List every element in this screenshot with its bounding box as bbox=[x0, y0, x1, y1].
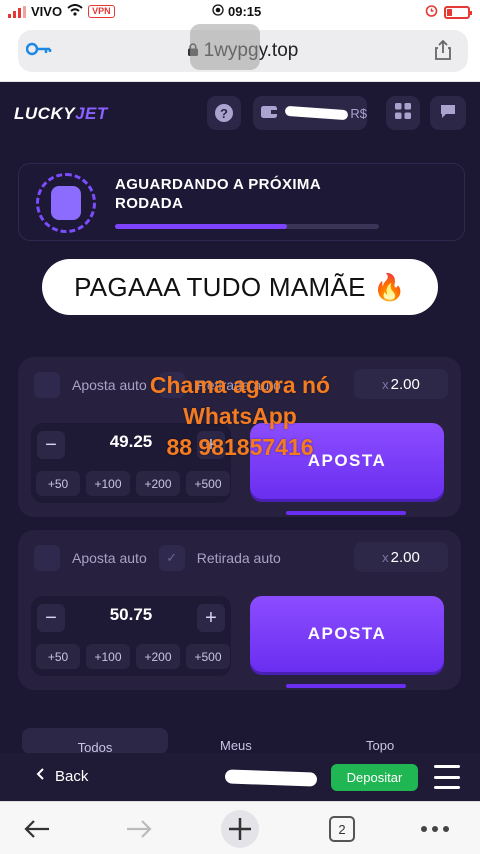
chevron-left-icon bbox=[36, 767, 45, 785]
record-icon bbox=[212, 4, 224, 19]
chat-button[interactable] bbox=[430, 96, 466, 130]
vpn-badge: VPN bbox=[88, 5, 115, 18]
browser-url-area: 1wypgy.top bbox=[0, 24, 480, 82]
cashout-multiplier-input[interactable]: x 2.00 bbox=[354, 369, 448, 399]
back-button[interactable]: Back bbox=[36, 767, 88, 785]
caption-banner: PAGAAA TUDO MAMÃE 🔥 bbox=[42, 259, 438, 315]
tab-todos[interactable]: Todos bbox=[22, 728, 168, 755]
redacted-text bbox=[224, 769, 318, 787]
hamburger-menu-icon[interactable] bbox=[434, 765, 460, 789]
redacted-balance bbox=[284, 105, 349, 121]
quick-add-100[interactable]: +100 bbox=[86, 644, 130, 669]
carrier-label: VIVO bbox=[31, 4, 63, 19]
auto-bet-checkbox[interactable] bbox=[34, 545, 60, 571]
quick-add-50[interactable]: +50 bbox=[36, 644, 80, 669]
whatsapp-overlay-text: Chama agora nó WhatsApp 88 981857416 bbox=[149, 372, 331, 460]
tab-meus[interactable]: Meus bbox=[220, 738, 252, 753]
auto-bet-checkbox[interactable] bbox=[34, 372, 60, 398]
grid-icon bbox=[395, 102, 411, 124]
quick-add-500[interactable]: +500 bbox=[186, 644, 230, 669]
lucky-jet-logo: LUCKYJET bbox=[14, 104, 108, 123]
browser-back-icon[interactable] bbox=[20, 812, 54, 846]
button-underline bbox=[286, 511, 406, 515]
browser-toolbar: 2 bbox=[0, 801, 480, 854]
tab-count: 2 bbox=[329, 816, 355, 842]
decrease-button[interactable]: − bbox=[37, 604, 65, 632]
decrease-button[interactable]: − bbox=[37, 431, 65, 459]
quick-add-200[interactable]: +200 bbox=[136, 471, 180, 496]
deposit-button[interactable]: Depositar bbox=[331, 764, 418, 791]
bet-panel-2: Aposta auto ✓ Retirada auto x 2.00 − 50.7… bbox=[18, 530, 461, 690]
battery-icon bbox=[444, 5, 472, 19]
round-progress-bar bbox=[115, 224, 379, 229]
tab-switcher-button[interactable]: 2 bbox=[326, 812, 358, 846]
menu-grid-button[interactable] bbox=[386, 96, 420, 130]
currency-label: R$ bbox=[350, 105, 367, 121]
more-options-icon[interactable] bbox=[418, 812, 452, 846]
round-status-text: AGUARDANDO A PRÓXIMA RODADA bbox=[115, 176, 321, 212]
cashout-multiplier-input[interactable]: x 2.00 bbox=[354, 542, 448, 572]
key-icon[interactable] bbox=[25, 40, 52, 61]
quick-add-200[interactable]: +200 bbox=[136, 644, 180, 669]
history-tabs: Todos Meus Topo bbox=[22, 728, 462, 755]
new-tab-icon[interactable] bbox=[218, 810, 262, 848]
status-bar: VIVO VPN 09:15 bbox=[0, 0, 480, 24]
round-status-card: AGUARDANDO A PRÓXIMA RODADA bbox=[18, 163, 465, 241]
signal-icon bbox=[8, 5, 26, 18]
wifi-icon bbox=[67, 4, 83, 19]
help-icon: ? bbox=[215, 104, 233, 122]
balance-display[interactable]: R$ bbox=[253, 96, 367, 130]
place-bet-button[interactable]: APOSTA bbox=[250, 596, 444, 672]
app-bottom-bar: Back Depositar bbox=[0, 753, 480, 801]
share-icon[interactable] bbox=[432, 39, 454, 61]
auto-bet-label: Aposta auto bbox=[72, 550, 147, 566]
app-header: LUCKYJET ? R$ bbox=[0, 82, 480, 146]
chat-icon bbox=[439, 103, 457, 124]
touch-overlay bbox=[190, 24, 260, 70]
bet-amount-stepper: − 50.75 + +50 +100 +200 +500 bbox=[31, 596, 231, 676]
wallet-icon bbox=[261, 105, 277, 122]
button-underline bbox=[286, 684, 406, 688]
bet-amount[interactable]: 50.75 bbox=[67, 605, 195, 625]
auto-cashout-checkbox[interactable]: ✓ bbox=[158, 545, 185, 571]
increase-button[interactable]: + bbox=[197, 604, 225, 632]
quick-add-50[interactable]: +50 bbox=[36, 471, 80, 496]
browser-forward-icon[interactable] bbox=[122, 812, 156, 846]
alarm-icon bbox=[425, 4, 438, 20]
clock: 09:15 bbox=[228, 4, 262, 19]
tab-topo[interactable]: Topo bbox=[366, 738, 394, 753]
jet-logo-icon bbox=[36, 173, 96, 233]
quick-add-500[interactable]: +500 bbox=[186, 471, 230, 496]
quick-add-100[interactable]: +100 bbox=[86, 471, 130, 496]
help-button[interactable]: ? bbox=[207, 96, 241, 130]
auto-cashout-label: Retirada auto bbox=[196, 550, 281, 566]
